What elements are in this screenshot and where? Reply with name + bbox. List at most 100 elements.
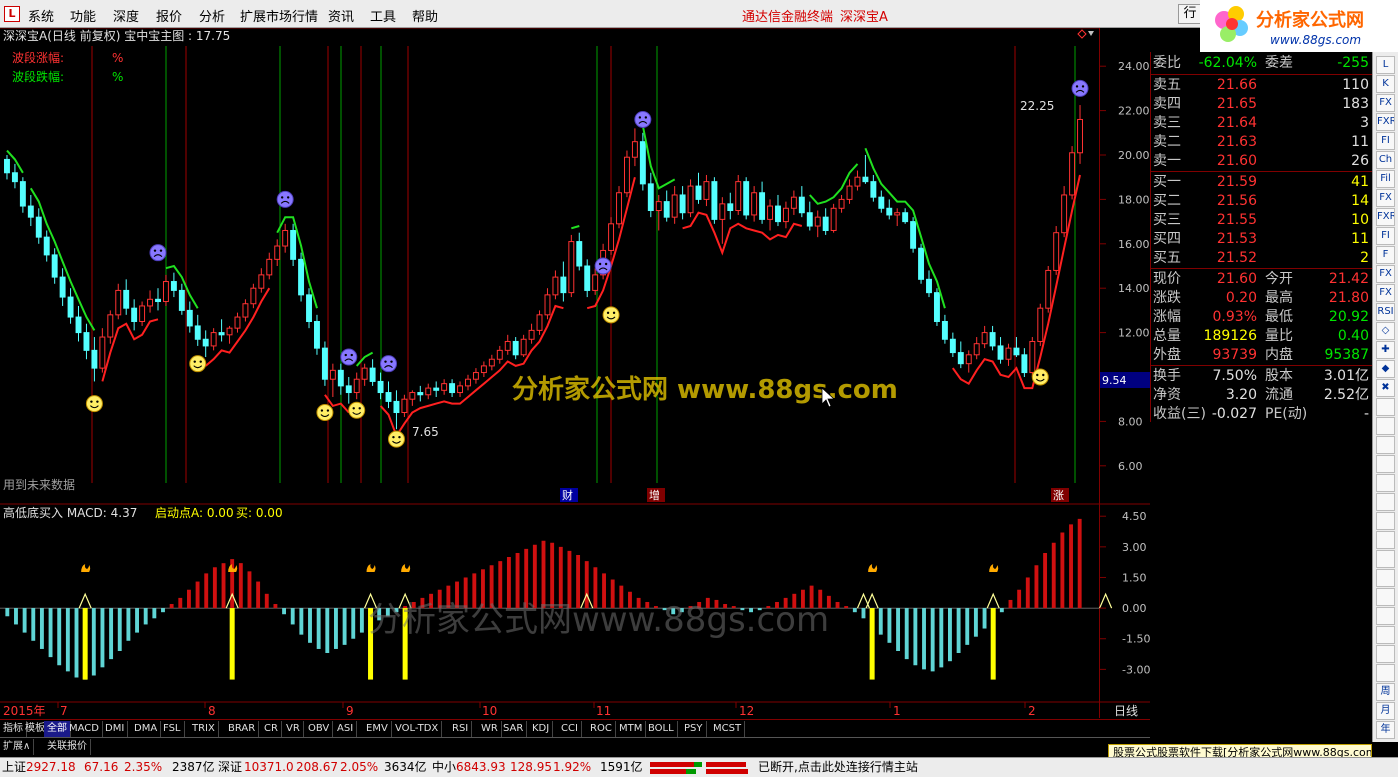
tab-indicator[interactable]: VR [283,721,304,737]
dropdown-triangle-icon[interactable] [1088,31,1094,36]
tab-indicator[interactable]: BRAR [225,721,260,737]
tab-indicator[interactable]: DMI [102,721,129,737]
toolbar-button[interactable] [1376,531,1395,549]
toolbar-button[interactable] [1376,455,1395,473]
toolbar-button[interactable]: L [1376,56,1395,74]
toolbar-button[interactable]: 月 [1376,702,1395,720]
toolbar-button[interactable]: Ch [1376,151,1395,169]
toolbar-button[interactable]: FX [1376,94,1395,112]
toolbar-button[interactable] [1376,607,1395,625]
menu-item-tools[interactable]: 工具 [370,6,396,25]
toolbar-button[interactable] [1376,626,1395,644]
tab-indicator[interactable]: RSI [449,721,473,737]
bid-row[interactable]: 买五 21.52 2 [1151,249,1373,268]
tab-indicator[interactable]: SAR [500,721,528,737]
stat-row[interactable]: 涨幅 0.93% 最低 20.92 [1151,308,1373,327]
toolbar-button[interactable] [1376,398,1395,416]
chart-area[interactable]: 24.00 22.00 20.00 18.00 16.00 14.00 12.00 1 0.00… [0,28,1150,718]
finance-row[interactable]: 收益(三) -0.027 PE(动) - [1151,405,1373,424]
event-marker-zhang[interactable]: 涨 [1053,489,1064,502]
event-marker-cai[interactable]: 财 [562,488,573,502]
toolbar-button[interactable]: ◇ [1376,322,1395,340]
toolbar-button[interactable] [1376,645,1395,663]
app-logo-icon[interactable]: L [4,6,20,22]
bid-row[interactable]: 买四 21.53 11 [1151,230,1373,249]
tab-indicator[interactable]: VOL-TDX [392,721,443,737]
toolbar-button[interactable]: 年 [1376,721,1395,739]
toolbar-button[interactable]: RSI [1376,303,1395,321]
ask-row[interactable]: 卖二 21.63 11 [1151,133,1373,152]
toolbar-button[interactable]: ✚ [1376,341,1395,359]
bid-row[interactable]: 买一 21.59 41 [1151,173,1373,192]
tab-indicator[interactable]: MACD [66,721,103,737]
toolbar-button[interactable] [1376,512,1395,530]
tab-related-quote[interactable]: 关联报价 [44,739,91,755]
menu-item-system[interactable]: 系统 [28,6,54,25]
toolbar-button[interactable]: K [1376,75,1395,93]
quote-mode-button[interactable]: 行 [1178,4,1202,24]
menu-item-quote[interactable]: 报价 [156,6,182,25]
diamond-icon[interactable] [1077,29,1087,39]
toolbar-button[interactable]: FX [1376,189,1395,207]
tab-indicator[interactable]: CCI [558,721,582,737]
ask-row[interactable]: 卖四 21.65 183 [1151,95,1373,114]
menu-item-extended-market[interactable]: 扩展市场行情 [240,6,318,25]
toolbar-button[interactable] [1376,569,1395,587]
tab-indicator[interactable]: ASI [334,721,358,737]
tab-indicator[interactable]: ROC [587,721,616,737]
tab-indicator[interactable]: EMV [363,721,392,737]
stat-row[interactable]: 现价 21.60 今开 21.42 [1151,270,1373,289]
toolbar-button[interactable]: FI [1376,132,1395,150]
tab-indicator[interactable]: CR [261,721,282,737]
toolbar-button[interactable]: ✖ [1376,379,1395,397]
tab-indicator[interactable]: OBV [305,721,334,737]
finance-row[interactable]: 换手 7.50% 股本 3.01亿 [1151,367,1373,386]
ask-row[interactable]: 卖五 21.66 110 [1151,76,1373,95]
toolbar-button[interactable]: FX [1376,265,1395,283]
zx-index-label[interactable]: 中小 [432,758,456,777]
sh-index-label[interactable]: 上证 [2,758,26,777]
toolbar-button[interactable]: FI [1376,227,1395,245]
toolbar-button[interactable] [1376,436,1395,454]
stat-row[interactable]: 外盘 93739 内盘 95387 [1151,346,1373,365]
tab-indicator[interactable]: MCST [710,721,746,737]
ask-row[interactable]: 卖三 21.64 3 [1151,114,1373,133]
menu-item-analysis[interactable]: 分析 [199,6,225,25]
bid-row[interactable]: 买二 21.56 14 [1151,192,1373,211]
toolbar-button[interactable]: F [1376,246,1395,264]
toolbar-button[interactable]: ◆ [1376,360,1395,378]
toolbar-button[interactable]: 周 [1376,683,1395,701]
sz-index-label[interactable]: 深证 [218,758,242,777]
stat-row[interactable]: 总量 189126 量比 0.40 [1151,327,1373,346]
period-label[interactable]: 日线 [1114,704,1138,718]
menu-item-depth[interactable]: 深度 [113,6,139,25]
toolbar-button[interactable] [1376,493,1395,511]
tab-indicator[interactable]: DMA [131,721,162,737]
menu-item-function[interactable]: 功能 [70,6,96,25]
tab-indicator[interactable]: FSL [160,721,185,737]
menu-item-help[interactable]: 帮助 [412,6,438,25]
ask-row[interactable]: 卖一 21.60 26 [1151,152,1373,171]
toolbar-button[interactable] [1376,664,1395,682]
tab-extend[interactable]: 扩展∧ [0,739,35,755]
menu-item-news[interactable]: 资讯 [328,6,354,25]
bid-row[interactable]: 买三 21.55 10 [1151,211,1373,230]
stat-row[interactable]: 涨跌 0.20 最高 21.80 [1151,289,1373,308]
finance-row[interactable]: 净资 3.20 流通 2.52亿 [1151,386,1373,405]
tab-indicator[interactable]: WR [478,721,502,737]
tab-indicator[interactable]: KDJ [529,721,554,737]
toolbar-button[interactable]: FXR [1376,208,1395,226]
toolbar-button[interactable]: FXR [1376,113,1395,131]
tab-indicator[interactable]: BOLL [645,721,678,737]
toolbar-button[interactable] [1376,474,1395,492]
toolbar-button[interactable]: Fil [1376,170,1395,188]
connection-status[interactable]: 已断开,点击此处连接行情主站 [758,758,918,777]
toolbar-button[interactable] [1376,550,1395,568]
event-marker-zeng[interactable]: 增 [649,488,660,502]
toolbar-button[interactable]: FX [1376,284,1395,302]
tab-indicator[interactable]: MTM [616,721,647,737]
toolbar-button[interactable] [1376,588,1395,606]
tab-indicator[interactable]: TRIX [189,721,219,737]
tab-indicator[interactable]: PSY [681,721,707,737]
toolbar-button[interactable] [1376,417,1395,435]
